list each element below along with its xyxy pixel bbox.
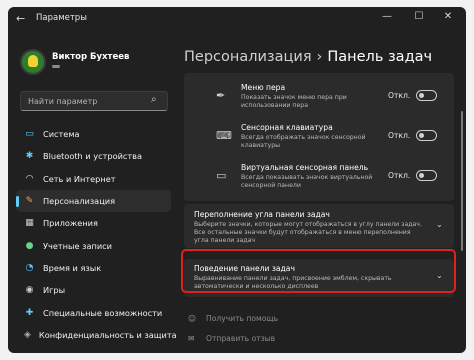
maximize-button[interactable]: ☐ [412,11,426,22]
accessibility-icon: ✚ [25,307,34,318]
close-button[interactable]: ✕ [441,11,455,22]
minimize-button[interactable]: — [380,11,394,22]
sidebar: Виктор Бухтеев ⌕ ▭ Система ✱ Bluetooth и ус… [8,31,177,353]
pen-menu-title: Меню пера [241,83,286,92]
sidebar-item-label: Учетные записи [43,240,112,251]
breadcrumb-parent[interactable]: Персонализация [184,49,312,65]
apps-icon: ▦ [25,218,34,229]
pen-menu-row: ✒ Меню пера Показать значок меню пера пр… [184,77,454,117]
shield-icon: ◈ [24,329,31,340]
virtual-touchpad-state: Откл. [388,171,411,180]
gamepad-icon: ◉ [25,285,34,296]
overflow-desc: Выберите значки, которые могут отображат… [194,221,422,244]
monitor-icon: ▭ [25,129,34,140]
sidebar-item-label: Центр обновления Windows [43,352,163,353]
touch-keyboard-state: Откл. [388,131,411,140]
touch-keyboard-desc: Всегда отображать значок сенсорной клави… [241,134,366,149]
pen-menu-desc: Показать значок меню пера при использова… [241,94,347,109]
wifi-icon: ◠ [25,173,34,184]
page-title: Панель задач [327,49,433,65]
virtual-touchpad-row: ▭ Виртуальная сенсорная панель Всегда по… [184,157,454,197]
sidebar-item[interactable]: ● Учетные записи [16,234,171,256]
sidebar-item[interactable]: ◔ Время и язык [16,257,171,279]
get-help-label: Получить помощь [206,314,279,323]
title-bar: ← Параметры — ☐ ✕ [8,7,466,31]
pen-touch-card: ✒ Меню пера Показать значок меню пера пр… [184,73,454,201]
send-feedback-link[interactable]: ✉ Отправить отзыв [188,334,275,343]
sidebar-item[interactable]: ✚ Специальные возможности [16,301,171,323]
help-icon: ☺ [188,314,196,323]
breadcrumb-separator: › [316,49,323,65]
sidebar-item[interactable]: ✎ Персонализация [16,189,171,213]
keyboard-icon: ⌨ [216,129,232,142]
user-name: Виктор Бухтеев [52,52,130,62]
overflow-title: Переполнение угла панели задач [194,210,330,219]
sidebar-item[interactable]: ▦ Приложения [16,212,171,234]
sidebar-item-label: Специальные возможности [43,307,163,318]
sidebar-item-label: Персонализация [43,196,116,207]
settings-window: ← Параметры — ☐ ✕ Виктор Бухтеев ⌕ ▭ Сист… [8,7,466,353]
touch-keyboard-title: Сенсорная клавиатура [241,123,333,132]
virtual-touchpad-title: Виртуальная сенсорная панель [241,163,369,172]
sidebar-item[interactable]: ◈ Конфиденциальность и защита [16,324,177,346]
sidebar-item[interactable]: ◉ Игры [16,279,171,301]
virtual-touchpad-toggle[interactable] [416,170,437,181]
window-title: Параметры [36,13,87,23]
touchpad-icon: ▭ [216,169,227,182]
touch-keyboard-row: ⌨ Сенсорная клавиатура Всегда отображать… [184,117,454,157]
sidebar-item[interactable]: ▭ Система [16,123,171,145]
update-icon: ↻ [24,352,35,353]
chevron-down-icon: ⌄ [436,220,443,229]
pen-menu-state: Откл. [388,91,411,100]
person-icon: ● [25,240,34,251]
pen-menu-toggle[interactable] [416,90,437,101]
main-content: Персонализация › Панель задач ✒ Меню пера … [168,31,466,353]
sidebar-item-label: Приложения [43,218,98,229]
screenshot-background: ← Параметры — ☐ ✕ Виктор Бухтеев ⌕ ▭ Сист… [0,0,474,360]
sidebar-item-label: Время и язык [43,262,102,273]
brush-icon: ✎ [25,196,34,207]
pen-icon: ✒ [216,89,226,102]
taskbar-corner-overflow-card[interactable]: Переполнение угла панели задач Выберите … [184,204,454,248]
sidebar-item-label: Конфиденциальность и защита [38,329,177,340]
avatar[interactable] [20,49,46,75]
sidebar-item-label: Система [43,129,80,140]
sidebar-item[interactable]: ◠ Сеть и Интернет [16,168,171,190]
sidebar-item[interactable]: ↻ Центр обновления Windows [16,346,171,353]
search-icon[interactable]: ⌕ [151,94,157,105]
breadcrumb: Персонализация › Панель задач [184,49,432,65]
virtual-touchpad-desc: Всегда показывать значок виртуальной сен… [241,174,373,189]
sidebar-nav: ▭ Система ✱ Bluetooth и устройства ◠ Сеть и И… [16,123,177,353]
sidebar-item-label: Игры [43,285,66,296]
back-arrow-icon[interactable]: ← [16,12,25,25]
send-feedback-label: Отправить отзыв [206,334,276,343]
feedback-icon: ✉ [188,334,195,343]
bluetooth-icon: ✱ [25,151,34,162]
get-help-link[interactable]: ☺ Получить помощь [188,314,278,323]
sidebar-item-label: Сеть и Интернет [43,173,116,184]
search-input[interactable] [20,91,168,111]
sidebar-item-label: Bluetooth и устройства [43,151,143,162]
scrollbar[interactable] [461,111,463,251]
globe-clock-icon: ◔ [25,262,34,273]
touch-keyboard-toggle[interactable] [416,130,437,141]
sidebar-item[interactable]: ✱ Bluetooth и устройства [16,145,171,167]
highlight-frame [181,249,456,293]
user-account-mark [52,65,60,68]
